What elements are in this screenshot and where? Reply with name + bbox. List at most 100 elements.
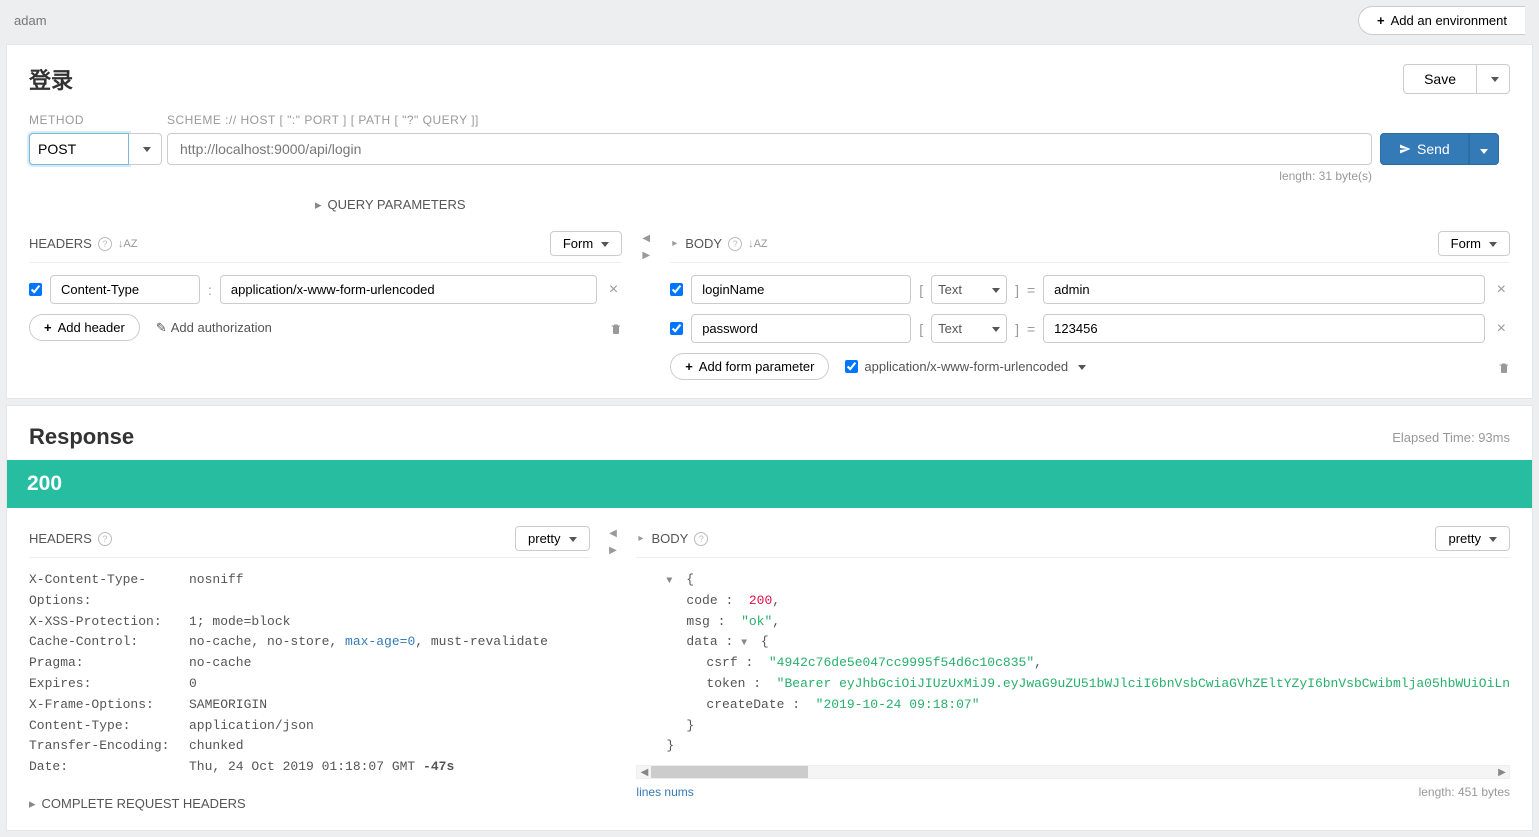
scroll-right-icon[interactable]: ▶ — [1495, 766, 1509, 778]
json-key: createDate — [706, 697, 784, 712]
param-type-select[interactable]: Text — [931, 275, 1007, 304]
body-mode-button[interactable]: Form — [1438, 231, 1510, 256]
scroll-thumb[interactable] — [651, 766, 808, 778]
header-value: 1; mode=block — [189, 612, 290, 633]
header-value: no-cache — [189, 653, 251, 674]
header-row: : × — [29, 275, 622, 304]
body-expand-icon[interactable]: ▸ — [670, 236, 679, 251]
bracket: [ — [919, 321, 923, 337]
json-value: 200 — [749, 593, 772, 608]
json-value: "4942c76de5e047cc9995f54d6c10c835" — [769, 655, 1034, 670]
sort-icon[interactable]: ↓AZ — [748, 238, 768, 250]
header-enabled-checkbox[interactable] — [29, 283, 42, 296]
param-key-input[interactable] — [691, 275, 911, 304]
equals: = — [1027, 321, 1035, 337]
response-body-json: ▼ { code : 200, msg : "ok", data : ▼ { c… — [636, 570, 1510, 757]
url-label: SCHEME :// HOST [ ":" PORT ] [ PATH [ "?… — [167, 113, 1372, 127]
add-header-button[interactable]: +Add header — [29, 314, 140, 341]
workspace-name[interactable]: adam — [14, 13, 47, 28]
pencil-icon — [156, 320, 167, 336]
json-key: data — [686, 634, 717, 649]
collapse-right-icon[interactable]: ▶ — [640, 248, 652, 263]
header-key: Date: — [29, 757, 189, 778]
json-collapse-icon[interactable]: ▼ — [741, 636, 753, 652]
plus-icon: + — [44, 320, 52, 335]
param-enabled-checkbox[interactable] — [670, 322, 683, 335]
param-value-input[interactable] — [1043, 275, 1484, 304]
param-enabled-checkbox[interactable] — [670, 283, 683, 296]
equals: = — [1027, 282, 1035, 298]
bracket: [ — [919, 282, 923, 298]
response-headers-title: HEADERS — [29, 531, 92, 546]
help-icon[interactable]: ? — [98, 237, 112, 251]
send-dropdown[interactable] — [1469, 133, 1499, 165]
header-key: X-Frame-Options: — [29, 695, 189, 716]
horizontal-scrollbar[interactable]: ◀ ▶ — [636, 765, 1510, 779]
add-environment-button[interactable]: +Add an environment — [1358, 6, 1525, 35]
help-icon[interactable]: ? — [694, 532, 708, 546]
param-key-input[interactable] — [691, 314, 911, 343]
json-key: token — [706, 676, 745, 691]
plus-icon: + — [685, 359, 693, 374]
header-key-input[interactable] — [50, 275, 200, 304]
headers-title: HEADERS — [29, 236, 92, 251]
collapse-left-icon[interactable]: ◀ — [640, 231, 652, 246]
remove-param-icon[interactable]: × — [1493, 320, 1510, 338]
header-key: Cache-Control: — [29, 632, 189, 653]
header-key: Expires: — [29, 674, 189, 695]
header-value: nosniff — [189, 570, 244, 612]
method-label: METHOD — [29, 113, 159, 127]
header-key: X-XSS-Protection: — [29, 612, 189, 633]
help-icon[interactable]: ? — [98, 532, 112, 546]
add-environment-label: Add an environment — [1391, 13, 1507, 28]
header-value: SAMEORIGIN — [189, 695, 267, 716]
encoding-toggle[interactable]: application/x-www-form-urlencoded — [845, 359, 1086, 374]
save-button[interactable]: Save — [1403, 64, 1477, 94]
bracket: ] — [1015, 321, 1019, 337]
header-key: Pragma: — [29, 653, 189, 674]
elapsed-time: Elapsed Time: 93ms — [1392, 430, 1510, 445]
delete-body-icon[interactable] — [1498, 359, 1510, 375]
remove-param-icon[interactable]: × — [1493, 281, 1510, 299]
json-value: "Bearer eyJhbGciOiJIUzUxMiJ9.eyJwaG9uZU5… — [777, 676, 1510, 691]
max-age-link[interactable]: max-age=0 — [345, 634, 415, 649]
header-value: no-cache, no-store, max-age=0, must-reva… — [189, 632, 548, 653]
headers-mode-label: Form — [563, 236, 593, 251]
headers-view-mode-button[interactable]: pretty — [515, 526, 590, 551]
header-value-input[interactable] — [220, 275, 597, 304]
json-collapse-icon[interactable]: ▼ — [666, 574, 678, 590]
status-code: 200 — [7, 460, 1532, 508]
url-input[interactable] — [167, 133, 1372, 165]
header-value: 0 — [189, 674, 197, 695]
header-value: chunked — [189, 736, 244, 757]
body-view-mode-label: pretty — [1448, 531, 1481, 546]
add-form-parameter-button[interactable]: + Add form parameter — [670, 353, 829, 380]
headers-mode-button[interactable]: Form — [550, 231, 622, 256]
collapse-right-icon[interactable]: ▶ — [607, 543, 619, 558]
scroll-left-icon[interactable]: ◀ — [637, 766, 651, 778]
lines-nums-link[interactable]: lines nums — [636, 785, 693, 799]
encoding-checkbox[interactable] — [845, 360, 858, 373]
request-title: 登录 — [29, 63, 73, 95]
add-form-parameter-label: Add form parameter — [699, 359, 815, 374]
body-param-row: [ Text ] = × — [670, 314, 1510, 343]
json-key: code — [686, 593, 717, 608]
param-value-input[interactable] — [1043, 314, 1484, 343]
remove-header-icon[interactable]: × — [605, 281, 622, 299]
save-dropdown[interactable] — [1477, 64, 1510, 94]
query-parameters-toggle[interactable]: QUERY PARAMETERS — [315, 197, 1372, 213]
sort-icon[interactable]: ↓AZ — [118, 238, 138, 250]
send-spacer — [1380, 113, 1510, 127]
method-dropdown[interactable] — [129, 133, 162, 165]
help-icon[interactable]: ? — [728, 237, 742, 251]
param-type-select[interactable]: Text — [931, 314, 1007, 343]
body-view-mode-button[interactable]: pretty — [1435, 526, 1510, 551]
add-authorization-link[interactable]: Add authorization — [156, 320, 272, 336]
body-mode-label: Form — [1451, 236, 1481, 251]
delete-headers-icon[interactable] — [610, 320, 622, 336]
collapse-left-icon[interactable]: ◀ — [607, 526, 619, 541]
method-input[interactable] — [29, 133, 129, 165]
body-expand-icon[interactable]: ▸ — [636, 531, 645, 546]
send-button[interactable]: Send — [1380, 133, 1469, 165]
complete-request-headers-toggle[interactable]: COMPLETE REQUEST HEADERS — [29, 796, 590, 812]
